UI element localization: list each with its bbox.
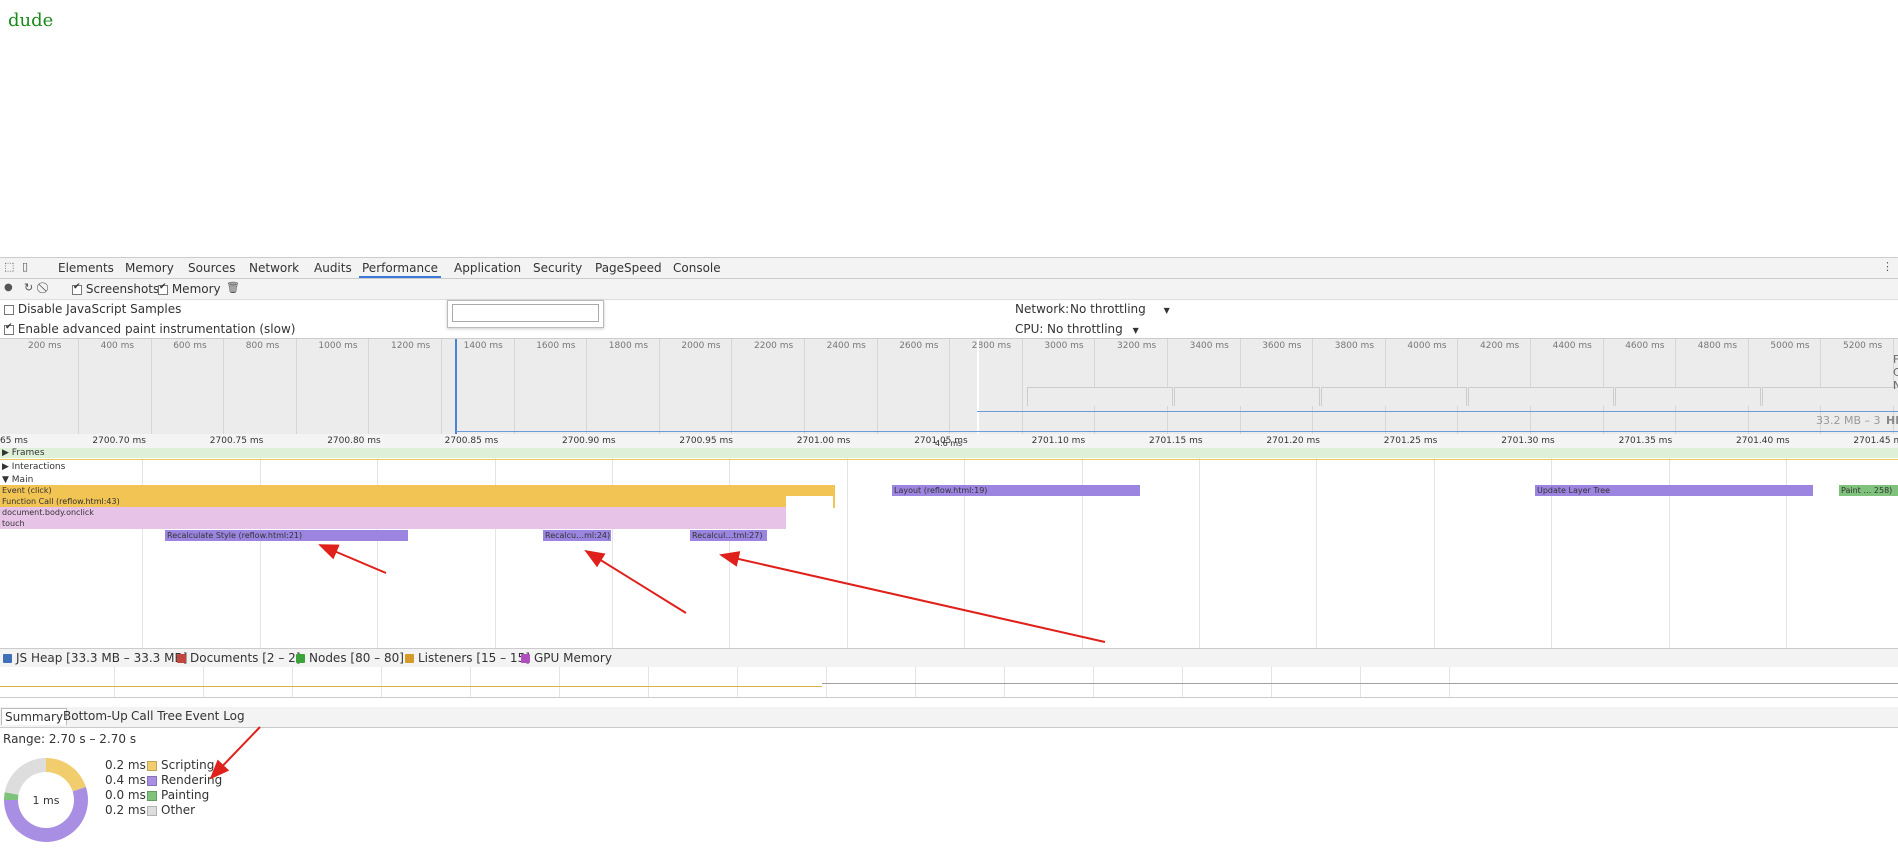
- annotation-arrow: [584, 549, 687, 614]
- annotation-arrow: [318, 544, 387, 574]
- annotation-arrow: [719, 551, 1106, 643]
- annotation-arrows: [209, 544, 1106, 780]
- annotation-arrow: [209, 726, 261, 780]
